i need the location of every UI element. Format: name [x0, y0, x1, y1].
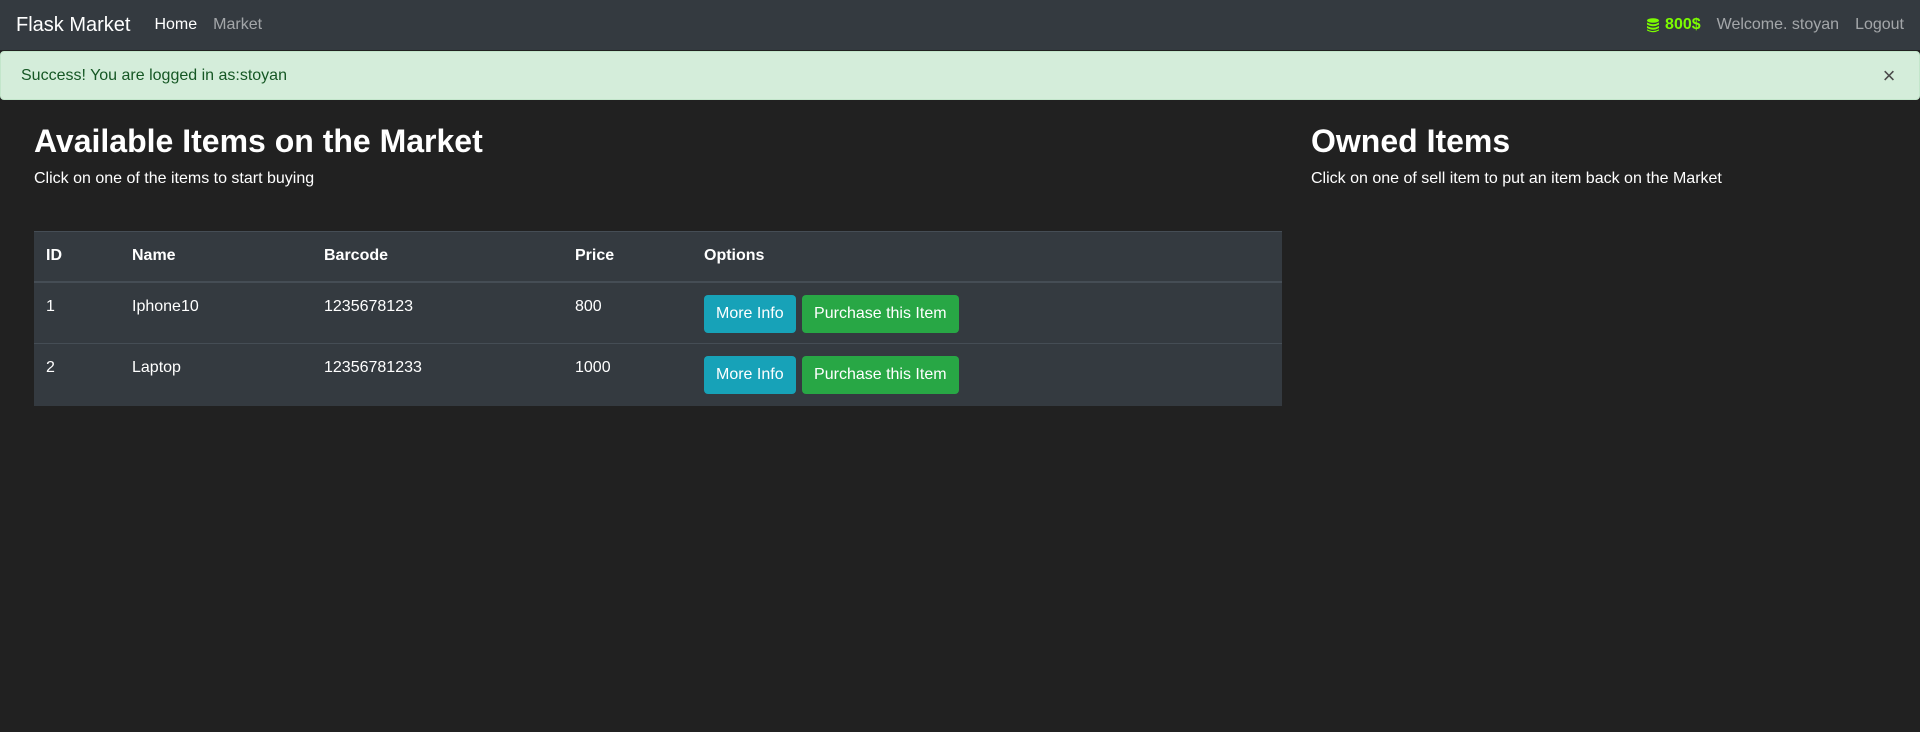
cell-barcode: 1235678123 — [312, 281, 563, 344]
alert-message: Success! You are logged in as:stoyan — [21, 66, 287, 84]
owned-section: Owned Items Click on one of sell item to… — [1311, 120, 1891, 190]
column-header-price: Price — [563, 231, 692, 283]
purchase-button[interactable]: Purchase this Item — [802, 356, 959, 394]
logout-link[interactable]: Logout — [1855, 16, 1904, 34]
table-row: 1 Iphone10 1235678123 800 More Info Purc… — [34, 281, 1282, 344]
navbar: Flask Market Home Market 800$ Welcome. s… — [0, 0, 1920, 50]
purchase-button[interactable]: Purchase this Item — [802, 294, 959, 333]
welcome-text: Welcome. stoyan — [1716, 16, 1840, 33]
market-table: ID Name Barcode Price Options 1 Iphone10… — [34, 231, 1282, 406]
column-header-options: Options — [692, 231, 1282, 283]
cell-price: 1000 — [563, 343, 692, 406]
column-header-name: Name — [120, 231, 312, 283]
owned-title: Owned Items — [1311, 123, 1511, 159]
budget-amount: 800$ — [1665, 16, 1701, 33]
nav-link-home[interactable]: Home — [154, 16, 197, 34]
market-subtitle: Click on one of the items to start buyin… — [34, 170, 315, 187]
table-header-row: ID Name Barcode Price Options — [34, 231, 1282, 283]
cell-barcode: 12356781233 — [312, 343, 563, 406]
coins-icon — [1647, 18, 1660, 33]
column-header-barcode: Barcode — [312, 231, 563, 283]
cell-options: More Info Purchase this Item — [692, 343, 1282, 406]
navbar-right: 800$ Welcome. stoyan Logout — [1645, 16, 1904, 34]
cell-options: More Info Purchase this Item — [692, 281, 1282, 344]
success-alert: Success! You are logged in as:stoyan × — [0, 51, 1920, 100]
market-title: Available Items on the Market — [34, 123, 483, 159]
table-row: 2 Laptop 12356781233 1000 More Info Purc… — [34, 343, 1282, 406]
market-section: Available Items on the Market Click on o… — [34, 120, 1282, 190]
owned-subtitle: Click on one of sell item to put an item… — [1311, 170, 1722, 187]
brand-logo[interactable]: Flask Market — [16, 14, 130, 37]
budget-display: 800$ — [1645, 16, 1701, 34]
cell-price: 800 — [563, 281, 692, 344]
nav-link-market[interactable]: Market — [213, 16, 262, 34]
more-info-button[interactable]: More Info — [704, 294, 796, 333]
cell-name: Iphone10 — [120, 281, 312, 344]
close-icon[interactable]: × — [1879, 64, 1899, 87]
cell-id: 1 — [34, 281, 120, 344]
cell-name: Laptop — [120, 343, 312, 406]
more-info-button[interactable]: More Info — [704, 356, 796, 394]
column-header-id: ID — [34, 231, 120, 283]
cell-id: 2 — [34, 343, 120, 406]
